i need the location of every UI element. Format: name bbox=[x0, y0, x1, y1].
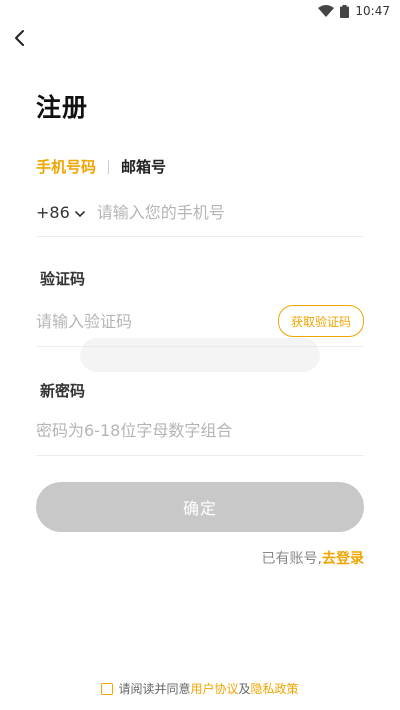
tab-divider bbox=[108, 159, 110, 174]
password-label: 新密码 bbox=[40, 382, 86, 400]
tab-phone[interactable]: 手机号码 bbox=[36, 156, 96, 177]
chevron-down-icon bbox=[70, 203, 85, 222]
back-button[interactable] bbox=[6, 26, 34, 54]
login-hint: 已有账号,去登录 bbox=[262, 548, 364, 568]
status-time: 10:47 bbox=[355, 4, 390, 18]
agreement-checkbox[interactable] bbox=[101, 682, 114, 695]
go-login-link[interactable]: 去登录 bbox=[322, 551, 364, 567]
country-code-value: +86 bbox=[36, 202, 70, 222]
status-icons: 10:47 bbox=[318, 4, 390, 18]
phone-input[interactable] bbox=[96, 202, 364, 222]
phone-row: +86 bbox=[36, 188, 364, 237]
user-agreement-link[interactable]: 用户协议 bbox=[190, 680, 238, 697]
password-row bbox=[36, 405, 364, 456]
privacy-policy-link[interactable]: 隐私政策 bbox=[251, 680, 299, 697]
password-input[interactable] bbox=[36, 420, 364, 440]
chevron-left-icon bbox=[14, 29, 26, 51]
page-title: 注册 bbox=[36, 93, 89, 122]
battery-icon bbox=[340, 4, 350, 18]
login-hint-text: 已有账号, bbox=[261, 551, 322, 567]
toast-overlay bbox=[80, 338, 320, 372]
code-label: 验证码 bbox=[40, 270, 86, 288]
agreement-text: 请阅读并同意 bbox=[118, 682, 191, 696]
register-method-tabs: 手机号码 邮箱号 bbox=[36, 156, 166, 177]
submit-button[interactable]: 确定 bbox=[36, 482, 364, 532]
agreement-row: 请阅读并同意 用户协议 及 隐私政策 bbox=[0, 680, 400, 697]
status-bar: 10:47 bbox=[0, 0, 400, 24]
tab-email[interactable]: 邮箱号 bbox=[121, 156, 166, 177]
get-code-button[interactable]: 获取验证码 bbox=[277, 305, 364, 337]
verification-code-input[interactable] bbox=[36, 311, 278, 331]
agreement-and-text: 及 bbox=[238, 682, 251, 696]
country-code-selector[interactable]: +86 bbox=[36, 203, 85, 222]
wifi-icon bbox=[318, 5, 335, 17]
